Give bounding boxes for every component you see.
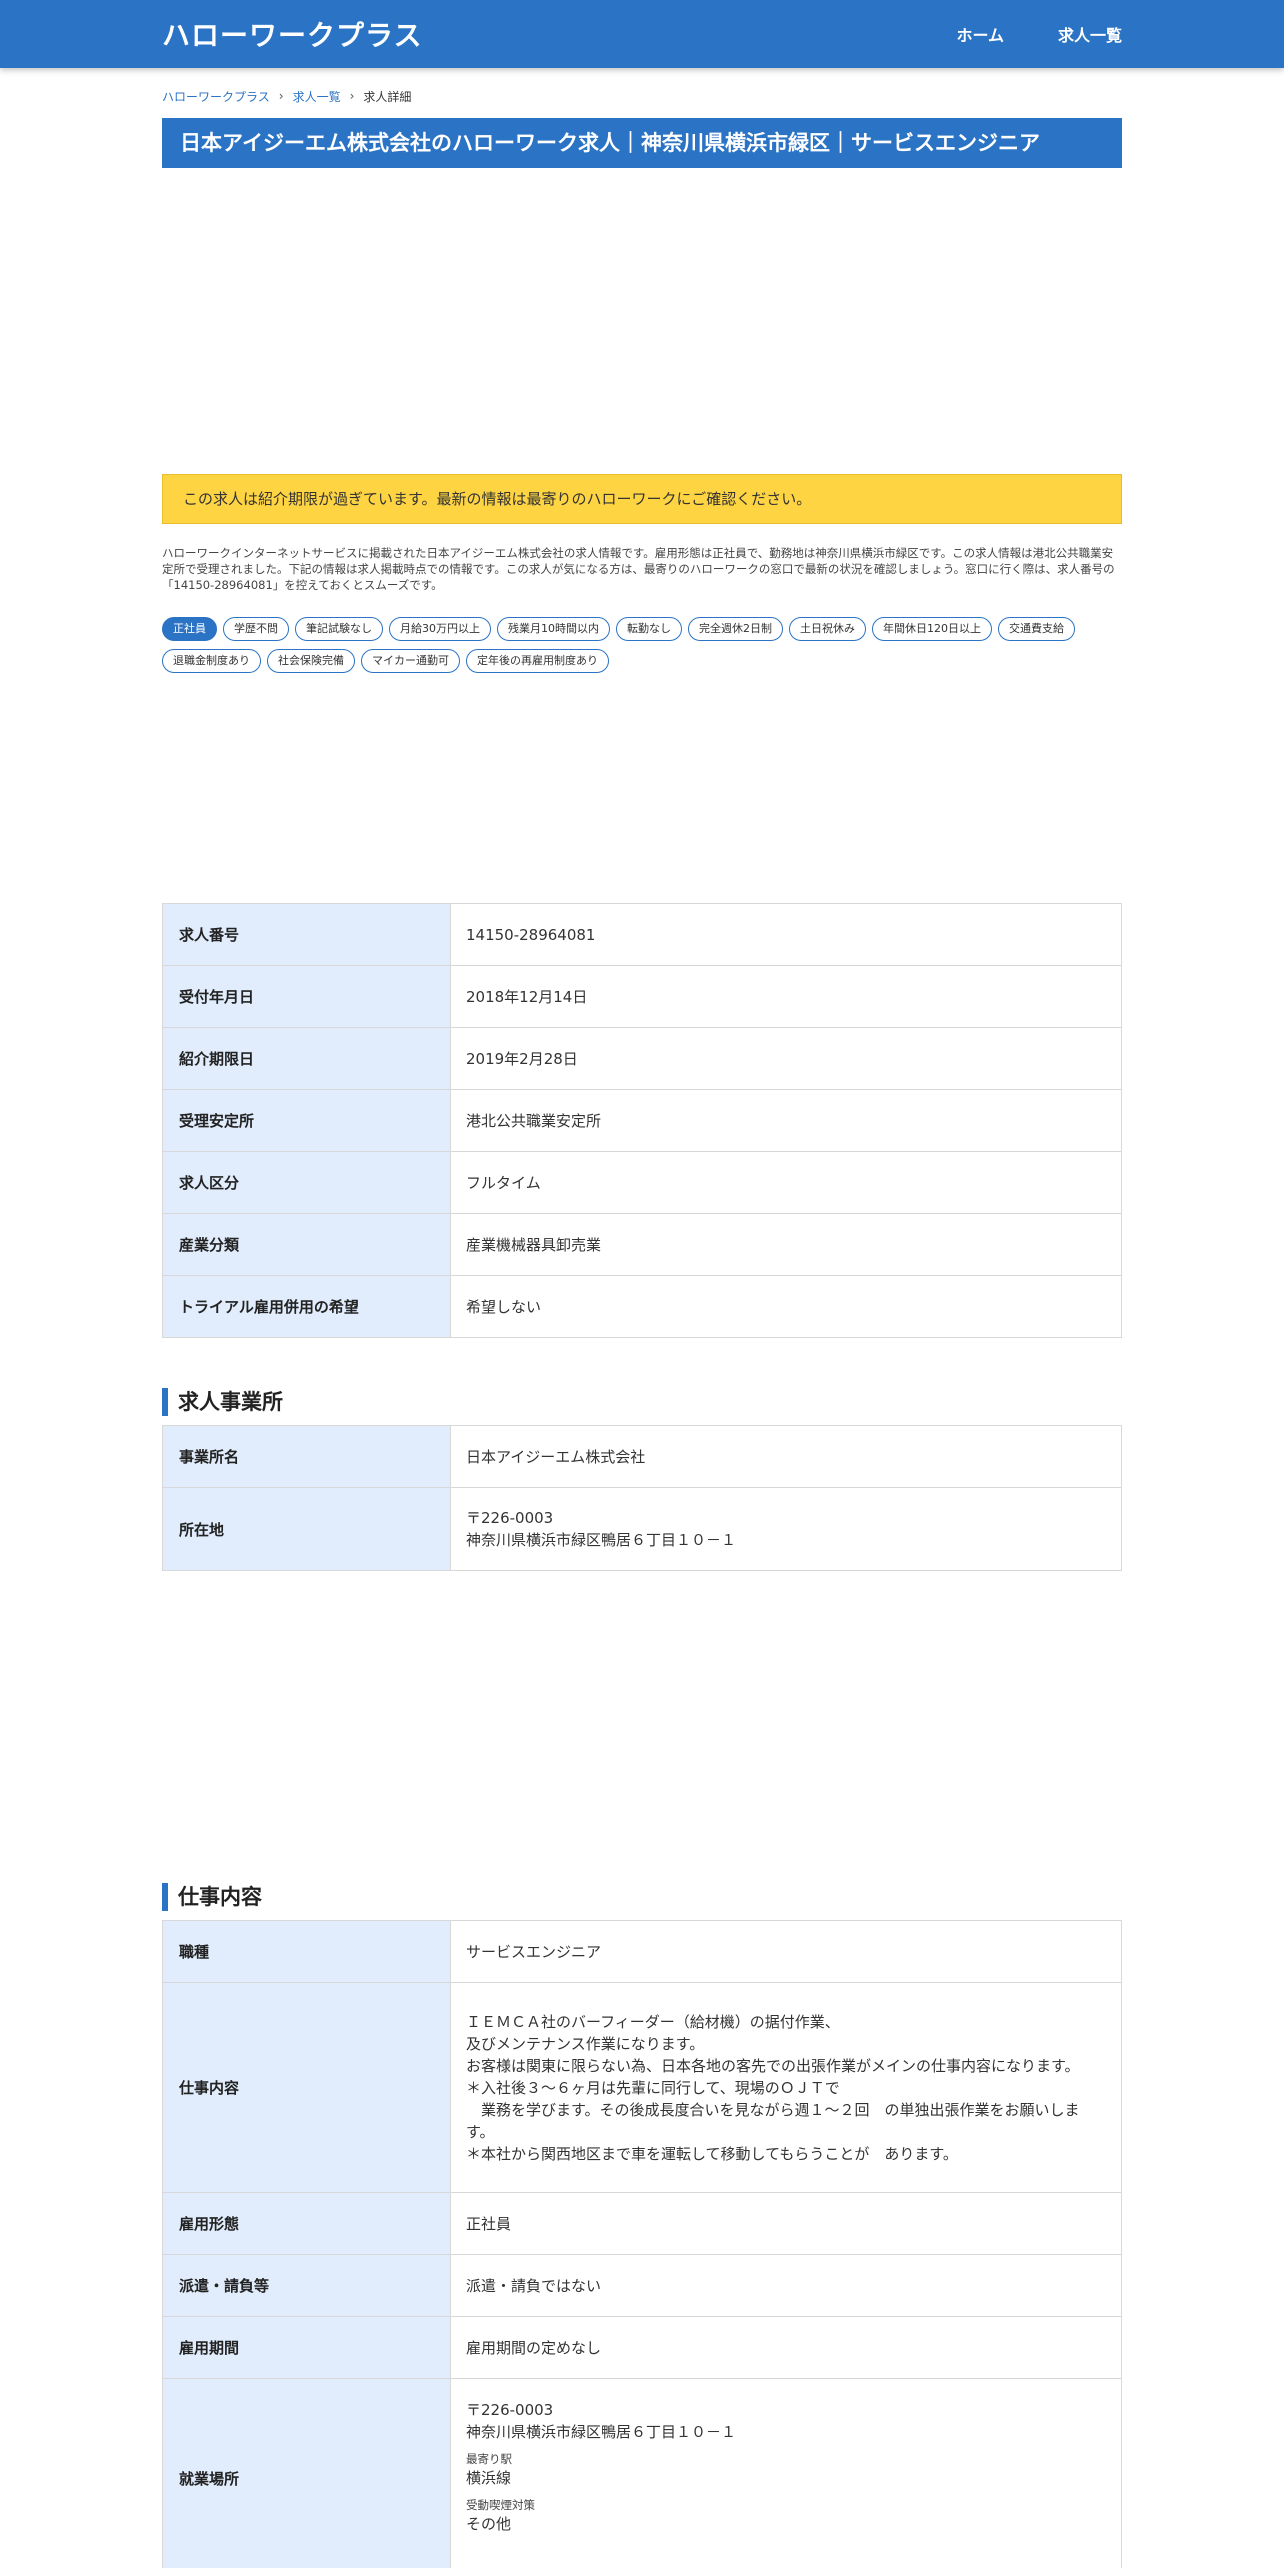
- tag-item[interactable]: 転勤なし: [616, 617, 682, 641]
- address: 神奈川県横浜市緑区鴨居６丁目１０－１: [466, 1531, 737, 1549]
- row-value: 2018年12月14日: [450, 965, 1122, 1028]
- table-row: 求人区分 フルタイム: [162, 1151, 1122, 1214]
- table-row: 雇用期間 雇用期間の定めなし: [162, 2316, 1122, 2379]
- postal-code: 〒226-0003: [466, 2401, 554, 2419]
- row-value: 雇用期間の定めなし: [450, 2316, 1122, 2379]
- row-label: 職種: [162, 1920, 451, 1983]
- row-value: 産業機械器具卸売業: [450, 1213, 1122, 1276]
- site-header: ハローワークプラス ホーム 求人一覧: [0, 0, 1284, 68]
- table-row: 仕事内容 ＩＥＭＣＡ社のバーフィーダー（給材機）の据付作業、 及びメンテナンス作…: [162, 1982, 1122, 2193]
- nav-home-link[interactable]: ホーム: [956, 22, 1004, 46]
- tag-item[interactable]: 正社員: [162, 617, 217, 641]
- row-label: 雇用形態: [162, 2192, 451, 2255]
- smoking-label: 受動喫煙対策: [466, 2498, 535, 2512]
- desc-line: ＊入社後３～６ヶ月は先輩に同行して、現場のＯＪＴで: [466, 2078, 840, 2097]
- tag-item[interactable]: 学歴不問: [223, 617, 289, 641]
- page-title: 日本アイジーエム株式会社のハローワーク求人｜神奈川県横浜市緑区｜サービスエンジニ…: [162, 118, 1122, 168]
- row-label: 紹介期限日: [162, 1027, 451, 1090]
- breadcrumb-job-list-link[interactable]: 求人一覧: [293, 88, 341, 105]
- row-value: 港北公共職業安定所: [450, 1089, 1122, 1152]
- tag-item[interactable]: 定年後の再雇用制度あり: [466, 649, 609, 673]
- header-inner: ハローワークプラス ホーム 求人一覧: [162, 0, 1122, 68]
- desc-line: ＩＥＭＣＡ社のバーフィーダー（給材機）の据付作業、: [466, 2012, 840, 2031]
- tag-item[interactable]: 社会保険完備: [267, 649, 355, 673]
- chevron-right-icon: ›: [278, 89, 284, 103]
- desc-line: 及びメンテナンス作業になります。: [466, 2034, 705, 2053]
- table-row: 受付年月日 2018年12月14日: [162, 965, 1122, 1028]
- row-label: 所在地: [162, 1487, 451, 1571]
- station-label: 最寄り駅: [466, 2452, 512, 2466]
- nav-job-list-link[interactable]: 求人一覧: [1058, 22, 1122, 46]
- row-label: トライアル雇用併用の希望: [162, 1275, 451, 1338]
- table-row: 所在地 〒226-0003 神奈川県横浜市緑区鴨居６丁目１０－１: [162, 1487, 1122, 1571]
- desc-line: ＊本社から関西地区まで車を運転して移動してもらうことが あります。: [466, 2144, 958, 2163]
- address: 神奈川県横浜市緑区鴨居６丁目１０－１: [466, 2423, 737, 2441]
- row-label: 就業場所: [162, 2378, 451, 2568]
- tag-item[interactable]: 筆記試験なし: [295, 617, 383, 641]
- row-label: 産業分類: [162, 1213, 451, 1276]
- site-logo[interactable]: ハローワークプラス: [162, 14, 422, 54]
- row-label: 仕事内容: [162, 1982, 451, 2193]
- chevron-right-icon: ›: [349, 89, 355, 103]
- row-label: 受理安定所: [162, 1089, 451, 1152]
- row-label: 派遣・請負等: [162, 2254, 451, 2317]
- row-value: 希望しない: [450, 1275, 1122, 1338]
- ad-space-top: [162, 168, 1122, 474]
- row-value: 日本アイジーエム株式会社: [450, 1425, 1122, 1488]
- tag-item[interactable]: 完全週休2日制: [688, 617, 783, 641]
- row-value: 〒226-0003 神奈川県横浜市緑区鴨居６丁目１０－１ 最寄り駅 横浜線 受動…: [450, 2378, 1122, 2568]
- table-row: 事業所名 日本アイジーエム株式会社: [162, 1425, 1122, 1488]
- table-row: 受理安定所 港北公共職業安定所: [162, 1089, 1122, 1152]
- table-row: 産業分類 産業機械器具卸売業: [162, 1213, 1122, 1276]
- section-title-job: 仕事内容: [162, 1883, 1122, 1911]
- tag-item[interactable]: 土日祝休み: [789, 617, 866, 641]
- tag-item[interactable]: 月給30万円以上: [389, 617, 491, 641]
- row-label: 事業所名: [162, 1425, 451, 1488]
- row-value: ＩＥＭＣＡ社のバーフィーダー（給材機）の据付作業、 及びメンテナンス作業になりま…: [450, 1982, 1122, 2193]
- section-title-office: 求人事業所: [162, 1388, 1122, 1416]
- office-info-table: 事業所名 日本アイジーエム株式会社 所在地 〒226-0003 神奈川県横浜市緑…: [162, 1425, 1122, 1571]
- table-row: 職種 サービスエンジニア: [162, 1920, 1122, 1983]
- breadcrumb: ハローワークプラス › 求人一覧 › 求人詳細: [162, 86, 1122, 106]
- table-row: 雇用形態 正社員: [162, 2192, 1122, 2255]
- table-row: トライアル雇用併用の希望 希望しない: [162, 1275, 1122, 1338]
- row-value: フルタイム: [450, 1151, 1122, 1214]
- row-label: 求人番号: [162, 903, 451, 966]
- row-value: サービスエンジニア: [450, 1920, 1122, 1983]
- row-value: 正社員: [450, 2192, 1122, 2255]
- table-row: 求人番号 14150-28964081: [162, 903, 1122, 966]
- desc-line: 業務を学びます。その後成長度合いを見ながら週１～２回 の単独出張作業をお願いしま…: [466, 2100, 1080, 2141]
- tag-item[interactable]: マイカー通勤可: [361, 649, 460, 673]
- row-value: 〒226-0003 神奈川県横浜市緑区鴨居６丁目１０－１: [450, 1487, 1122, 1571]
- tag-item[interactable]: 交通費支給: [998, 617, 1075, 641]
- basic-info-table: 求人番号 14150-28964081 受付年月日 2018年12月14日 紹介…: [162, 903, 1122, 1338]
- table-row: 紹介期限日 2019年2月28日: [162, 1027, 1122, 1090]
- tag-item[interactable]: 年間休日120日以上: [872, 617, 992, 641]
- row-value: 派遣・請負ではない: [450, 2254, 1122, 2317]
- row-label: 受付年月日: [162, 965, 451, 1028]
- desc-line: お客様は関東に限らない為、日本各地の客先での出張作業がメインの仕事内容になります…: [466, 2056, 1080, 2075]
- row-label: 雇用期間: [162, 2316, 451, 2379]
- intro-text: ハローワークインターネットサービスに掲載された日本アイジーエム株式会社の求人情報…: [162, 546, 1115, 592]
- main-content: ハローワークプラス › 求人一覧 › 求人詳細 日本アイジーエム株式会社のハロー…: [162, 86, 1122, 2568]
- postal-code: 〒226-0003: [466, 1509, 554, 1527]
- row-label: 求人区分: [162, 1151, 451, 1214]
- expired-notice: この求人は紹介期限が過ぎています。最新の情報は最寄りのハローワークにご確認くださ…: [162, 474, 1122, 524]
- tag-item[interactable]: 退職金制度あり: [162, 649, 261, 673]
- breadcrumb-home-link[interactable]: ハローワークプラス: [162, 88, 270, 105]
- table-row: 派遣・請負等 派遣・請負ではない: [162, 2254, 1122, 2317]
- ad-space-lower: [162, 1571, 1122, 1883]
- tag-item[interactable]: 残業月10時間以内: [497, 617, 610, 641]
- main-nav: ホーム 求人一覧: [902, 22, 1122, 46]
- row-value: 2019年2月28日: [450, 1027, 1122, 1090]
- feature-tags: 正社員 学歴不問 筆記試験なし 月給30万円以上 残業月10時間以内 転勤なし …: [162, 617, 1122, 681]
- breadcrumb-current: 求人詳細: [363, 89, 412, 104]
- row-value: 14150-28964081: [450, 903, 1122, 966]
- station: 横浜線: [466, 2469, 512, 2487]
- ad-space-middle: [162, 681, 1122, 903]
- job-info-table: 職種 サービスエンジニア 仕事内容 ＩＥＭＣＡ社のバーフィーダー（給材機）の据付…: [162, 1920, 1122, 2568]
- smoking-policy: その他: [466, 2515, 512, 2533]
- table-row: 就業場所 〒226-0003 神奈川県横浜市緑区鴨居６丁目１０－１ 最寄り駅 横…: [162, 2378, 1122, 2568]
